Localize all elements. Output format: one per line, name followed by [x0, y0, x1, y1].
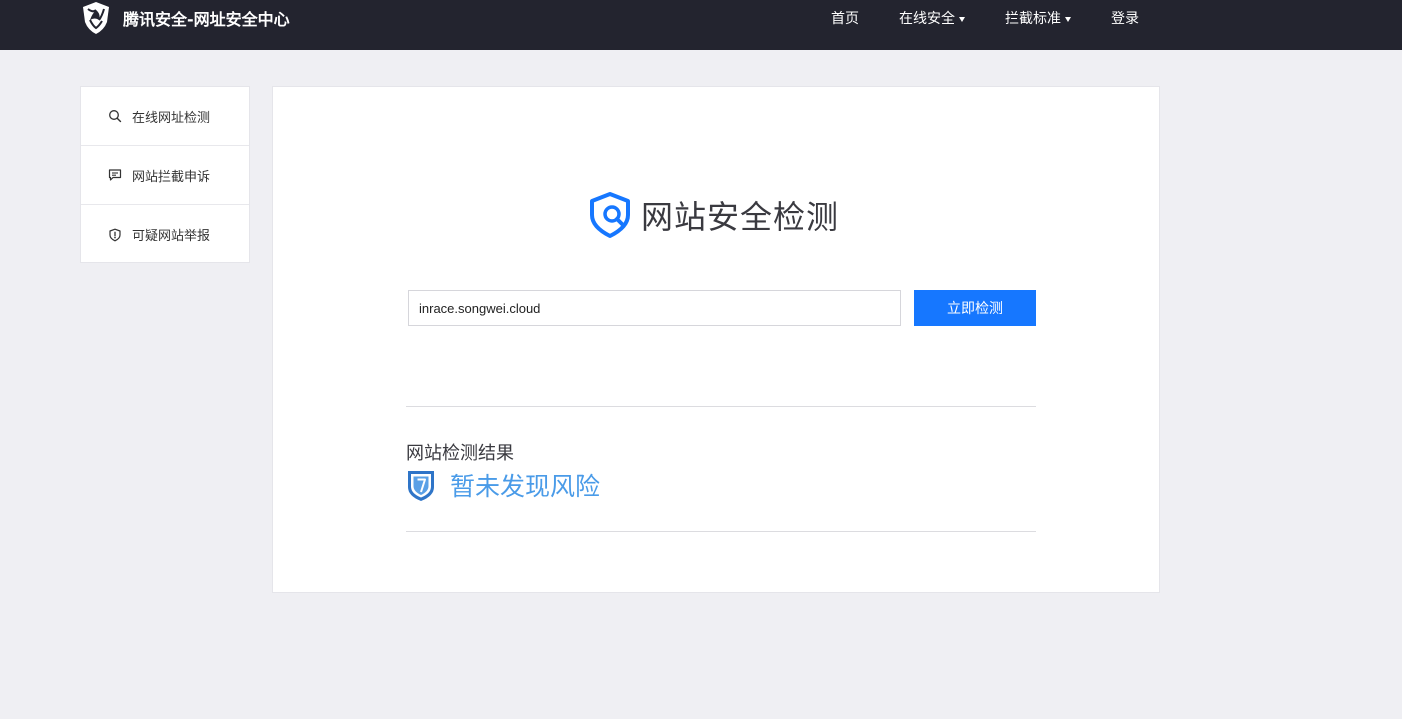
result-label: 网站检测结果: [406, 443, 514, 464]
caret-down-icon: [1065, 16, 1071, 22]
nav-login-label: 登录: [1111, 11, 1139, 27]
result-status: 暂未发现风险: [406, 467, 600, 503]
nav-login[interactable]: 登录: [1111, 0, 1139, 36]
nav-block-standard[interactable]: 拦截标准: [1005, 0, 1071, 36]
shield-search-icon: [590, 192, 630, 238]
sidebar-item-label: 在线网址检测: [132, 110, 211, 126]
sidebar-item-url-check[interactable]: 在线网址检测: [81, 87, 249, 146]
shield-safe-icon: [408, 471, 434, 501]
divider: [406, 531, 1036, 532]
tencent-security-logo-icon: [83, 2, 109, 34]
result-text: 暂未发现风险: [450, 472, 601, 501]
search-icon: [109, 110, 122, 123]
sidebar-item-appeal[interactable]: 网站拦截申诉: [81, 146, 249, 205]
sidebar-item-label: 网站拦截申诉: [132, 169, 211, 185]
check-now-button[interactable]: 立即检测: [914, 290, 1036, 326]
nav-home-label: 首页: [831, 11, 859, 27]
nav-home[interactable]: 首页: [831, 0, 859, 36]
sidebar: 在线网址检测 网站拦截申诉 可疑网站举报: [80, 86, 250, 263]
sidebar-item-report[interactable]: 可疑网站举报: [81, 205, 249, 264]
message-icon: [108, 169, 122, 181]
page-heading: 网站安全检测: [587, 191, 839, 239]
page-title: 网站安全检测: [641, 198, 840, 236]
url-input[interactable]: [408, 290, 901, 326]
divider: [406, 406, 1036, 407]
main-panel: 网站安全检测 立即检测 网站检测结果 暂未发现风险: [272, 86, 1160, 593]
brand-title: 腾讯安全-网址安全中心: [123, 10, 290, 29]
nav-online-security-label: 在线安全: [899, 11, 955, 27]
sidebar-item-label: 可疑网站举报: [132, 229, 211, 244]
brand[interactable]: 腾讯安全-网址安全中心: [80, 1, 290, 35]
shield-alert-icon: [109, 228, 121, 241]
nav-online-security[interactable]: 在线安全: [899, 0, 965, 36]
nav-block-standard-label: 拦截标准: [1005, 11, 1061, 27]
caret-down-icon: [959, 16, 965, 22]
top-navbar: 腾讯安全-网址安全中心 首页 在线安全 拦截标准 登录: [0, 0, 1402, 50]
